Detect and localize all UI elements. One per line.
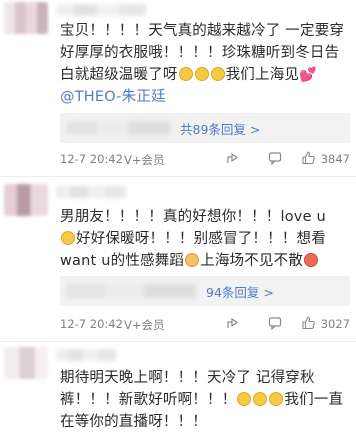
divider xyxy=(0,176,356,177)
comment-icon[interactable] xyxy=(268,316,282,330)
share-icon[interactable] xyxy=(226,151,240,165)
smile-emoji-icon xyxy=(194,67,209,81)
comment-text-line: 男朋友！！！！真的好想你！！！love u xyxy=(60,209,326,225)
comment-text-line: want u的性感舞蹈 xyxy=(60,253,185,269)
comment-text: 宝贝！！！！天气真的越来越冷了 一定要穿好厚厚的衣服哦！！！！珍珠糖听到冬日告白… xyxy=(60,20,350,108)
comment-date: 12-7 20:42 xyxy=(60,152,123,166)
avatar[interactable] xyxy=(4,2,48,34)
comment-text-tail: 我们上海见 xyxy=(225,67,300,83)
like-icon[interactable] xyxy=(301,150,316,165)
comment-text-line: 期待明天晚上啊！！！天冷了 记得穿秋 xyxy=(60,370,315,386)
member-badge[interactable]: V+会员 xyxy=(124,152,165,168)
like-icon[interactable] xyxy=(301,315,316,330)
comment-text-line: 上海场不见不散 xyxy=(200,253,304,269)
comment-date: 12-7 20:42 xyxy=(60,317,123,331)
comment-text-line: 裤！！！新歌好听啊！！！ xyxy=(60,392,237,408)
smile-emoji-icon xyxy=(61,231,75,245)
comment-meta: 12-7 20:42 V+会员 3027 xyxy=(60,315,350,333)
avatar[interactable] xyxy=(4,184,48,216)
angry-emoji-icon xyxy=(304,253,319,267)
smile-emoji-icon xyxy=(210,67,225,81)
face-emoji-icon xyxy=(185,253,200,267)
reply-preview-box[interactable]: 94条回复 > xyxy=(60,276,350,306)
username-blurred[interactable] xyxy=(56,349,116,361)
reply-preview-blurred xyxy=(66,284,196,298)
reply-count-link[interactable]: 共89条回复 > xyxy=(180,119,260,138)
username-blurred[interactable] xyxy=(56,186,126,198)
avatar[interactable] xyxy=(4,347,48,379)
comment-meta: 12-7 20:42 V+会员 3847 xyxy=(60,150,350,168)
smile-emoji-icon xyxy=(269,392,284,406)
comment-text: 期待明天晚上啊！！！天冷了 记得穿秋 裤！！！新歌好听啊！！！ 我们一直 在等你的… xyxy=(60,367,350,433)
username-blurred[interactable] xyxy=(56,4,146,16)
like-count: 3847 xyxy=(320,152,350,166)
member-badge[interactable]: V+会员 xyxy=(124,317,165,333)
reply-preview-blurred xyxy=(66,121,170,135)
comment-text-line: 我们一直 xyxy=(284,392,344,408)
smile-emoji-icon xyxy=(178,67,193,81)
comment-text-line: 好好保暖呀！！！别感冒了！！！想看 xyxy=(76,231,326,247)
smile-emoji-icon xyxy=(253,392,268,406)
reply-preview-box[interactable]: 共89条回复 > xyxy=(60,113,350,143)
comment-text-line: 在等你的直播呀！！！ xyxy=(60,414,207,430)
comment-text: 男朋友！！！！真的好想你！！！love u 好好保暖呀！！！别感冒了！！！想看 … xyxy=(60,206,350,272)
share-icon[interactable] xyxy=(226,316,240,330)
like-count: 3027 xyxy=(320,317,350,331)
smile-emoji-icon xyxy=(237,392,252,406)
comment-icon[interactable] xyxy=(268,151,282,165)
heart-emoji-icon: 💕 xyxy=(299,67,317,83)
mention-link[interactable]: @THEO-朱正廷 xyxy=(60,89,166,105)
reply-count-link[interactable]: 94条回复 > xyxy=(206,282,274,301)
divider xyxy=(0,341,356,342)
